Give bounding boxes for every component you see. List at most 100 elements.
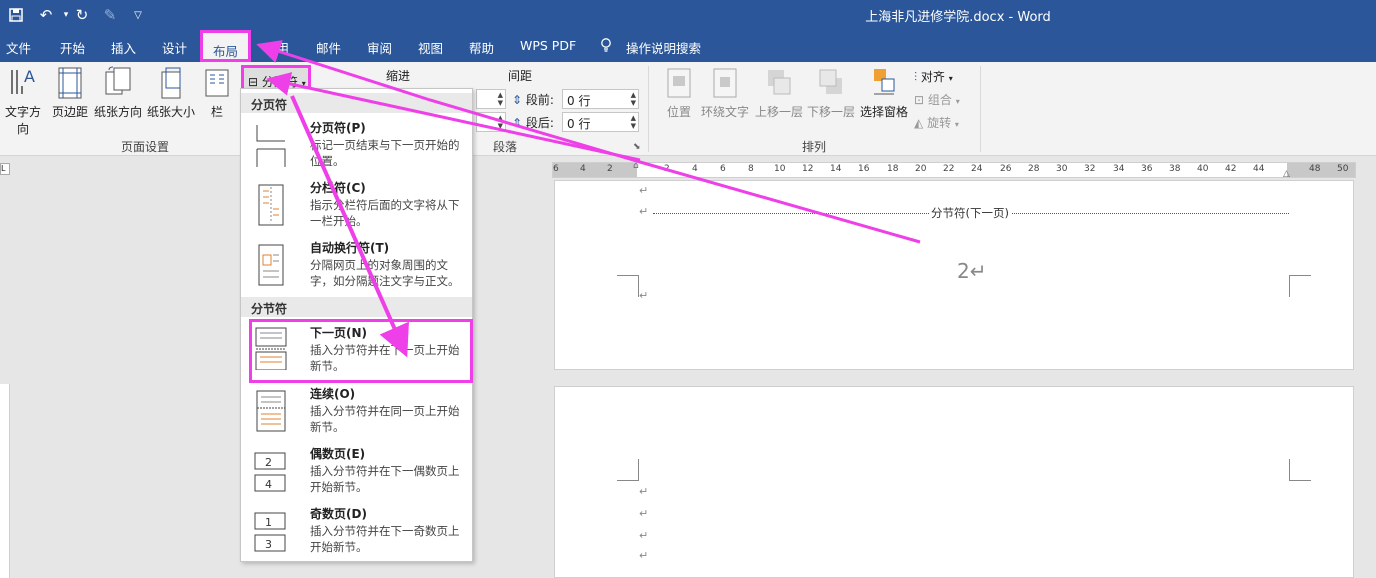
- size-icon: [161, 67, 181, 99]
- lightbulb-icon: [600, 38, 612, 55]
- tab-mailings[interactable]: 邮件: [316, 38, 341, 57]
- selection-pane-button[interactable]: 选择窗格: [858, 66, 910, 120]
- page-setup-group-label: 页面设置: [121, 140, 170, 154]
- tab-layout[interactable]: 布局: [200, 30, 252, 62]
- ruler-number: 14: [830, 164, 842, 174]
- text-wrapping-break-icon: [258, 244, 284, 286]
- svg-text:A: A: [24, 67, 35, 86]
- menu-item-continuous[interactable]: 连续(O) 插入分节符并在同一页上开始新节。: [241, 383, 472, 443]
- tab-help[interactable]: 帮助: [469, 38, 494, 57]
- space-after-icon: ⇕: [512, 116, 523, 130]
- group-dropdown-icon: ▾: [955, 97, 960, 106]
- tab-review[interactable]: 审阅: [367, 38, 392, 57]
- position-button[interactable]: 位置: [662, 66, 696, 120]
- space-before-input[interactable]: 0 行 ▲ ▼: [562, 89, 639, 109]
- ruler-number: 4: [580, 164, 586, 174]
- ruler-number: 6: [553, 164, 559, 174]
- menu-item-odd-page[interactable]: 13 奇数页(D) 插入分节符并在下一奇数页上开始新节。: [241, 503, 472, 563]
- horizontal-ruler: 6 4 2 2 4 6 8 10 12 14 16 18 20 22 24 26…: [552, 161, 1356, 179]
- tab-design[interactable]: 设计: [162, 38, 187, 57]
- ruler-number: 18: [887, 164, 899, 174]
- tab-home[interactable]: 开始: [60, 38, 85, 57]
- wrap-text-icon: [713, 68, 737, 98]
- group-separator: [980, 66, 981, 152]
- arrange-group-label: 排列: [802, 140, 827, 154]
- indent-label: 缩进: [386, 69, 411, 83]
- svg-text:4: 4: [265, 478, 272, 491]
- document-title: 上海非凡进修学院.docx - Word: [865, 10, 1051, 25]
- ribbon-layout: A 文字方向 页边距 纸张方向 纸张大小 栏 页面设置 缩进 间距 ▲ ▼ ▲ ▼ …: [0, 62, 1376, 156]
- ruler-number: 8: [748, 164, 754, 174]
- rotate-button[interactable]: ◭ 旋转 ▾: [914, 114, 959, 131]
- tell-me-search[interactable]: 操作说明搜索: [626, 38, 701, 57]
- breaks-icon: ⊟: [248, 75, 259, 89]
- paragraph-mark: ↵: [639, 289, 649, 302]
- group-button[interactable]: ⊡ 组合 ▾: [914, 91, 960, 108]
- ruler-number: 32: [1084, 164, 1096, 174]
- ruler-number: 34: [1113, 164, 1125, 174]
- margin-corner: [1289, 275, 1311, 297]
- space-after-input[interactable]: 0 行 ▲ ▼: [562, 112, 639, 132]
- document-page[interactable]: ↵ ↵ 分节符(下一页) 2↵ ↵: [554, 180, 1354, 370]
- ruler-number: 40: [1197, 164, 1209, 174]
- tab-view[interactable]: 视图: [418, 38, 443, 57]
- menu-item-page-break[interactable]: 分页符(P) 标记一页结束与下一页开始的位置。: [241, 117, 472, 177]
- page-number: 2↵: [957, 259, 987, 283]
- tab-selector-icon[interactable]: L: [0, 163, 10, 175]
- columns-icon: [205, 69, 229, 97]
- align-button[interactable]: ⫶ 对齐 ▾: [914, 68, 953, 85]
- even-page-section-icon: 24: [254, 452, 286, 492]
- menu-item-text-wrapping-break[interactable]: 自动换行符(T) 分隔网页上的对象周围的文字，如分隔题注文字与正文。: [241, 237, 472, 297]
- document-page[interactable]: ↵ ↵ ↵ ↵: [554, 386, 1354, 578]
- tab-file[interactable]: 文件: [6, 38, 31, 57]
- menu-item-even-page[interactable]: 24 偶数页(E) 插入分节符并在下一偶数页上开始新节。: [241, 443, 472, 503]
- ruler-margin-left: [553, 163, 637, 177]
- breaks-dropdown-menu: 分页符 分页符(P) 标记一页结束与下一页开始的位置。 分栏符(C) 指示分栏符…: [240, 88, 473, 562]
- orientation-button[interactable]: 纸张方向: [93, 66, 143, 120]
- margins-label: 页边距: [51, 105, 88, 119]
- right-indent-marker-icon[interactable]: △: [1283, 169, 1290, 179]
- send-backward-button[interactable]: 下移一层: [806, 66, 856, 120]
- tab-insert[interactable]: 插入: [111, 38, 136, 57]
- ruler-number: 16: [858, 164, 870, 174]
- position-icon: [667, 68, 691, 98]
- menu-item-column-break[interactable]: 分栏符(C) 指示分栏符后面的文字将从下一栏开始。: [241, 177, 472, 237]
- group-separator: [648, 66, 649, 152]
- indent-right-field[interactable]: ▲ ▼: [476, 112, 506, 132]
- page-break-icon: [256, 125, 286, 167]
- ruler-number: 26: [1000, 164, 1012, 174]
- align-dropdown-icon: ▾: [948, 74, 953, 83]
- spacing-label: 间距: [508, 69, 533, 83]
- ruler-number: 24: [971, 164, 983, 174]
- paragraph-dialog-launcher-icon[interactable]: ⬊: [633, 142, 641, 152]
- svg-text:3: 3: [265, 538, 272, 551]
- indent-left-field[interactable]: ▲ ▼: [476, 89, 506, 109]
- position-label: 位置: [666, 105, 691, 119]
- ruler-number: 42: [1225, 164, 1237, 174]
- ruler-number: 12: [802, 164, 814, 174]
- selection-pane-label: 选择窗格: [859, 105, 908, 119]
- bring-forward-label: 上移一层: [754, 105, 803, 119]
- tab-references[interactable]: 引用: [264, 38, 289, 57]
- ruler-number: 36: [1141, 164, 1153, 174]
- size-button[interactable]: 纸张大小: [146, 66, 196, 120]
- wrap-text-button[interactable]: 环绕文字: [700, 66, 750, 120]
- ruler-number: 28: [1028, 164, 1040, 174]
- space-before-label: ⇕ 段前:: [512, 93, 554, 107]
- tab-wps-pdf[interactable]: WPS PDF: [520, 38, 576, 53]
- indent-marker-icon[interactable]: ⌂: [633, 161, 639, 171]
- ruler-number: 30: [1056, 164, 1068, 174]
- menu-item-next-page[interactable]: 下一页(N) 插入分节符并在下一页上开始新节。: [249, 319, 473, 383]
- align-icon: ⫶: [914, 70, 918, 84]
- margins-button[interactable]: 页边距: [50, 66, 90, 120]
- bring-forward-button[interactable]: 上移一层: [754, 66, 804, 120]
- ruler-number: 20: [915, 164, 927, 174]
- column-break-icon: [258, 184, 284, 226]
- send-backward-label: 下移一层: [806, 105, 855, 119]
- ruler-number: 48: [1309, 164, 1321, 174]
- paragraph-mark: ↵: [639, 529, 649, 542]
- paragraph-mark: ↵: [639, 507, 649, 520]
- next-page-section-icon: [255, 327, 287, 370]
- text-direction-button[interactable]: A 文字方向: [0, 66, 46, 137]
- columns-button[interactable]: 栏: [202, 66, 232, 120]
